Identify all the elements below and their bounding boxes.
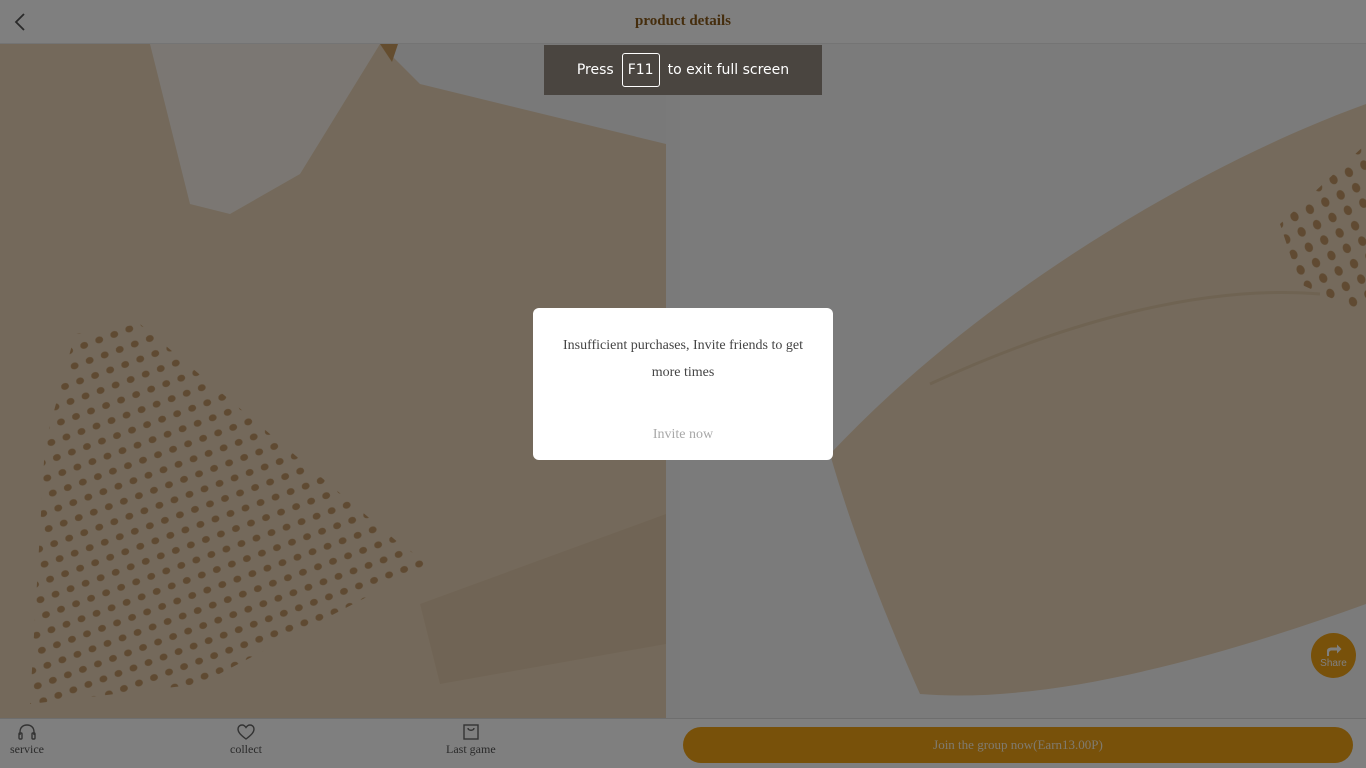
invite-dialog: Insufficient purchases, Invite friends t…: [533, 308, 833, 460]
fullscreen-notice: Press F11 to exit full screen: [544, 45, 822, 95]
fullscreen-key: F11: [621, 53, 660, 87]
fullscreen-notice-suffix: to exit full screen: [667, 62, 790, 78]
dialog-message: Insufficient purchases, Invite friends t…: [562, 338, 803, 380]
invite-now-button[interactable]: Invite now: [533, 420, 833, 450]
fullscreen-notice-prefix: Press: [576, 62, 614, 78]
